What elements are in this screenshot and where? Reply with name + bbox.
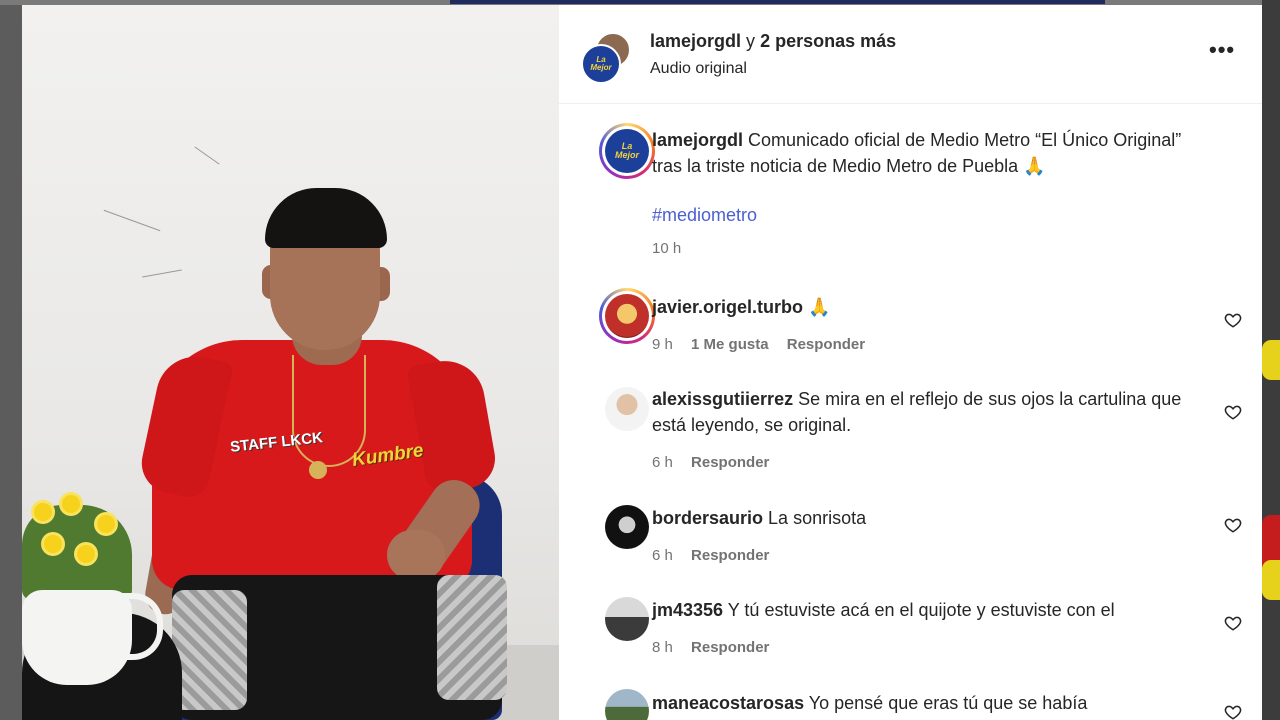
reply-button[interactable]: Responder bbox=[691, 639, 769, 656]
comment-time[interactable]: 6 h bbox=[652, 547, 673, 564]
video-player[interactable]: STAFF LKCK Kumbre bbox=[22, 5, 559, 720]
header-others-link[interactable]: 2 personas más bbox=[760, 31, 896, 51]
comment-text: Y tú estuviste acá en el quijote y estuv… bbox=[727, 600, 1115, 620]
comment-username[interactable]: maneacostarosas bbox=[652, 693, 804, 713]
heart-icon[interactable] bbox=[1224, 311, 1242, 329]
comment-username[interactable]: javier.origel.turbo bbox=[652, 297, 803, 317]
header-username[interactable]: lamejorgdl bbox=[650, 31, 741, 51]
station-logo: La Mejor bbox=[590, 55, 612, 72]
comment-avatar[interactable] bbox=[605, 387, 649, 431]
comment-avatar[interactable] bbox=[605, 505, 649, 549]
collab-avatars[interactable]: La Mejor bbox=[581, 32, 631, 84]
flower-vase bbox=[22, 590, 132, 685]
comment-username[interactable]: alexissgutiierrez bbox=[652, 389, 793, 409]
comment-likes[interactable]: 1 Me gusta bbox=[691, 336, 769, 353]
header-title: lamejorgdl y 2 personas más bbox=[650, 31, 897, 51]
comment-avatar[interactable] bbox=[599, 288, 655, 344]
heart-icon[interactable] bbox=[1224, 703, 1242, 720]
tab-indicator bbox=[450, 0, 1105, 4]
audio-link[interactable]: Audio original bbox=[650, 60, 747, 78]
comment-text: Yo pensé que eras tú que se había bbox=[808, 693, 1088, 713]
comment-username[interactable]: bordersaurio bbox=[652, 508, 763, 528]
hashtag-link[interactable]: #mediometro bbox=[652, 205, 757, 226]
reply-button[interactable]: Responder bbox=[787, 336, 865, 353]
comment-avatar[interactable] bbox=[605, 597, 649, 641]
comment-text: La sonrisota bbox=[768, 508, 867, 528]
post-header: La Mejor lamejorgdl y 2 personas más Audi… bbox=[559, 5, 1262, 104]
comment-time[interactable]: 9 h bbox=[652, 336, 673, 353]
reply-button[interactable]: Responder bbox=[691, 547, 769, 564]
post-caption: lamejorgdl Comunicado oficial de Medio M… bbox=[652, 127, 1212, 179]
comment-avatar[interactable] bbox=[605, 689, 649, 720]
comment-text: 🙏 bbox=[808, 297, 831, 317]
comment-time[interactable]: 8 h bbox=[652, 639, 673, 656]
heart-icon[interactable] bbox=[1224, 516, 1242, 534]
lamejor-avatar: La Mejor bbox=[581, 44, 621, 84]
more-horizontal-icon[interactable]: ••• bbox=[1209, 37, 1235, 63]
comment-username[interactable]: jm43356 bbox=[652, 600, 723, 620]
comments-panel: La Mejor lamejorgdl y 2 personas más Audi… bbox=[559, 5, 1262, 720]
heart-icon[interactable] bbox=[1224, 403, 1242, 421]
post-modal: STAFF LKCK Kumbre LaMejor lamejorgdl y bbox=[22, 5, 1262, 720]
caption-username[interactable]: lamejorgdl bbox=[652, 130, 743, 150]
caption-time: 10 h bbox=[652, 240, 682, 257]
background-post-peek bbox=[1262, 0, 1280, 720]
comment-time[interactable]: 6 h bbox=[652, 454, 673, 471]
reply-button[interactable]: Responder bbox=[691, 454, 769, 471]
heart-icon[interactable] bbox=[1224, 614, 1242, 632]
caption-avatar[interactable]: La Mejor bbox=[599, 123, 655, 179]
